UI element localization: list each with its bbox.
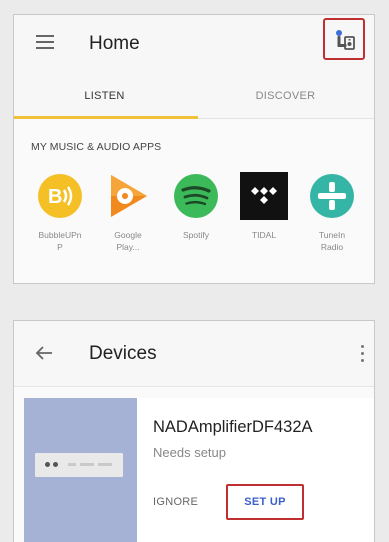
app-bubbleupnp[interactable]: B BubbleUPn P xyxy=(30,173,90,253)
tab-bar: LISTEN DISCOVER xyxy=(14,73,374,119)
app-label: Google Play... xyxy=(114,230,142,252)
app-google-play-music[interactable]: Google Play... xyxy=(98,173,158,253)
apps-section-heading: MY MUSIC & AUDIO APPS xyxy=(31,141,162,153)
spotify-icon xyxy=(173,173,219,219)
amplifier-illustration xyxy=(35,453,123,477)
device-image xyxy=(24,398,137,542)
app-label: Spotify xyxy=(183,230,209,240)
cast-devices-button[interactable] xyxy=(323,18,365,60)
page-title: Devices xyxy=(89,343,157,364)
devices-app-bar: Devices xyxy=(14,321,374,387)
svg-text:B: B xyxy=(48,186,62,208)
bubbleupnp-icon: B xyxy=(37,173,83,219)
tab-indicator xyxy=(14,116,198,119)
menu-icon[interactable] xyxy=(36,35,54,49)
set-up-button[interactable]: SET UP xyxy=(226,484,304,520)
cast-devices-icon xyxy=(336,30,355,50)
app-spotify[interactable]: Spotify xyxy=(166,173,226,241)
devices-screen: Devices NADAmplifierDF432A Needs setup I… xyxy=(13,320,375,542)
more-options-icon[interactable] xyxy=(359,345,365,363)
back-arrow-icon[interactable] xyxy=(35,345,53,361)
tab-listen[interactable]: LISTEN xyxy=(14,73,195,119)
app-tunein-radio[interactable]: TuneIn Radio xyxy=(302,173,362,253)
app-label: TuneIn Radio xyxy=(318,230,346,252)
app-label: TIDAL xyxy=(251,230,277,240)
device-name: NADAmplifierDF432A xyxy=(153,418,313,436)
app-tidal[interactable]: TIDAL xyxy=(234,172,294,241)
device-card: NADAmplifierDF432A Needs setup IGNORE SE… xyxy=(24,398,374,542)
tidal-icon xyxy=(240,172,288,220)
home-app-bar: Home xyxy=(14,15,374,73)
page-title: Home xyxy=(89,33,140,54)
app-label: BubbleUPn P xyxy=(38,230,82,252)
ignore-button[interactable]: IGNORE xyxy=(153,496,198,508)
google-play-music-icon xyxy=(105,173,151,219)
home-screen: Home LISTEN DISCOVER MY MUSIC & AUDIO AP… xyxy=(13,14,375,284)
tunein-icon xyxy=(309,173,355,219)
device-status: Needs setup xyxy=(153,445,226,460)
tab-discover[interactable]: DISCOVER xyxy=(195,73,374,119)
